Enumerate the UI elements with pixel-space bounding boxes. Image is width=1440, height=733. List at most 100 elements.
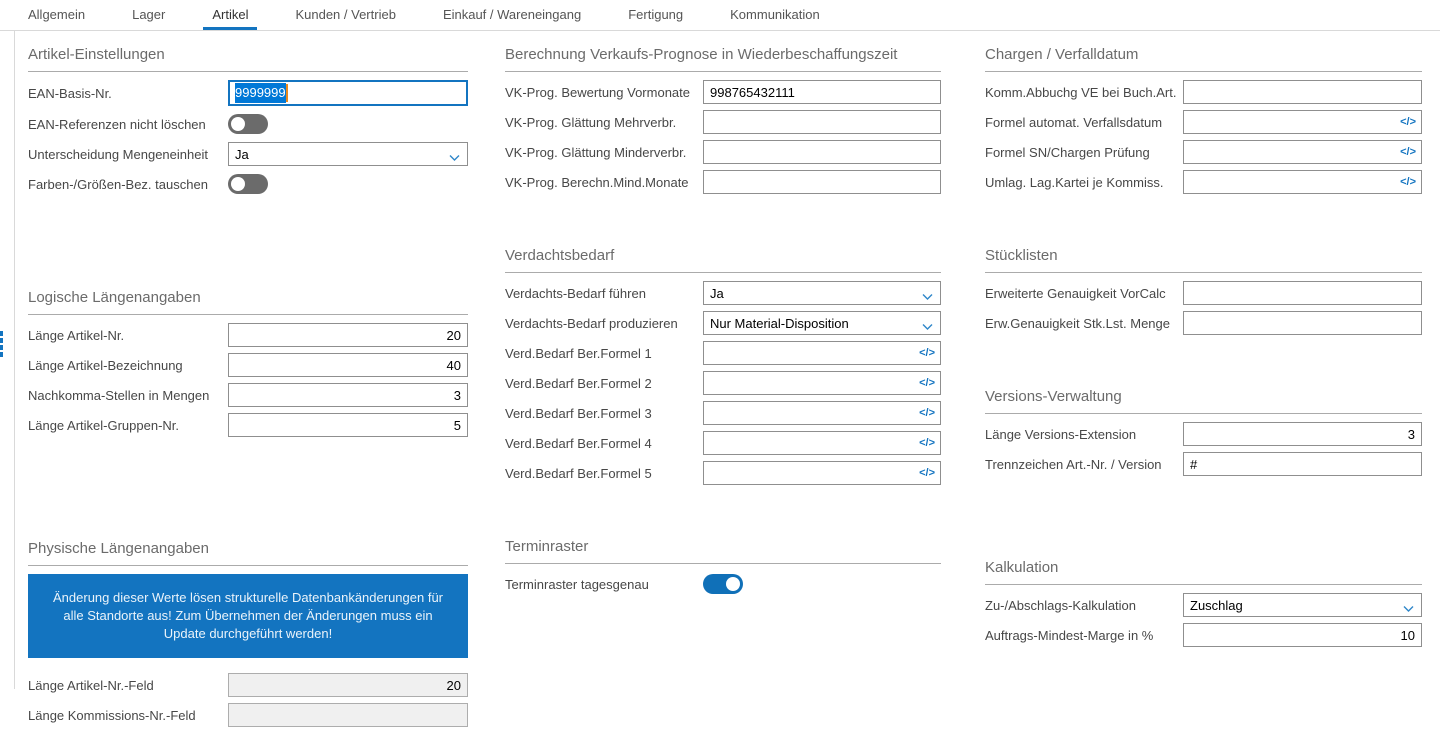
field-row: VK-Prog. Glättung Mehrverbr. [505,110,941,134]
terminraster-tagesgenau-toggle[interactable] [703,574,743,594]
field-row: Länge Kommissions-Nr.-Feld [28,703,468,727]
field-row: Erw.Genauigkeit Stk.Lst. Menge [985,311,1422,335]
scroll-indicator[interactable] [0,331,3,359]
text-caret [286,84,288,102]
column-1: Artikel-Einstellungen EAN-Basis-Nr. 9999… [28,30,468,733]
formula-code-icon[interactable]: </> [1400,140,1416,164]
field-row: Verd.Bedarf Ber.Formel 5 </> [505,461,941,485]
field-row: Trennzeichen Art.-Nr. / Version [985,452,1422,476]
verdachts-bedarf-produzieren-label: Verdachts-Bedarf produzieren [505,316,703,331]
formula-code-icon[interactable]: </> [919,431,935,455]
mengeneinheit-label: Unterscheidung Mengeneinheit [28,147,228,162]
nachkomma-stellen-input[interactable] [228,383,468,407]
field-row: Formel automat. Verfallsdatum </> [985,110,1422,134]
laenge-artikel-nr-feld-label: Länge Artikel-Nr.-Feld [28,678,228,693]
laenge-artikel-bez-input[interactable] [228,353,468,377]
zu-abschlags-kalkulation-label: Zu-/Abschlags-Kalkulation [985,598,1183,613]
verdachts-bedarf-produzieren-value: Nur Material-Disposition [710,316,849,331]
verd-bedarf-formel-4-label: Verd.Bedarf Ber.Formel 4 [505,436,703,451]
nachkomma-stellen-label: Nachkomma-Stellen in Mengen [28,388,228,403]
erw-genauigkeit-stklst-input[interactable] [1183,311,1422,335]
verdachts-bedarf-produzieren-select[interactable]: Nur Material-Disposition [703,311,941,335]
tab-einkauf-wareneingang[interactable]: Einkauf / Wareneingang [438,1,586,29]
laenge-gruppen-nr-input[interactable] [228,413,468,437]
field-row: Auftrags-Mindest-Marge in % [985,623,1422,647]
laenge-artikel-nr-feld-input [228,673,468,697]
tab-kunden-vertrieb[interactable]: Kunden / Vertrieb [290,1,400,29]
tab-artikel[interactable]: Artikel [207,1,253,29]
chevron-down-icon [922,319,933,334]
ean-referenzen-toggle[interactable] [228,114,268,134]
formula-code-icon[interactable]: </> [919,461,935,485]
komm-abbuchg-input[interactable] [1183,80,1422,104]
field-row: Verd.Bedarf Ber.Formel 1 </> [505,341,941,365]
verd-bedarf-formel-4-input[interactable] [703,431,941,455]
field-row: VK-Prog. Berechn.Mind.Monate [505,170,941,194]
field-row: Verd.Bedarf Ber.Formel 2 </> [505,371,941,395]
auftrags-mindest-marge-input[interactable] [1183,623,1422,647]
verd-bedarf-formel-3-label: Verd.Bedarf Ber.Formel 3 [505,406,703,421]
section-title-stuecklisten: Stücklisten [985,246,1422,273]
section-title-kalkulation: Kalkulation [985,558,1422,585]
formel-verfallsdatum-input[interactable] [1183,110,1422,134]
field-row: Verd.Bedarf Ber.Formel 3 </> [505,401,941,425]
verd-bedarf-formel-5-input[interactable] [703,461,941,485]
tab-allgemein[interactable]: Allgemein [23,1,90,29]
vk-prog-mehrverbr-input[interactable] [703,110,941,134]
tab-kommunikation[interactable]: Kommunikation [725,1,825,29]
farben-groessen-label: Farben-/Größen-Bez. tauschen [28,177,228,192]
formula-code-icon[interactable]: </> [919,371,935,395]
formel-sn-chargen-input[interactable] [1183,140,1422,164]
section-title-verkaufs-prognose: Berechnung Verkaufs-Prognose in Wiederbe… [505,45,941,72]
field-row: Länge Artikel-Nr. [28,323,468,347]
verdachts-bedarf-fuehren-select[interactable]: Ja [703,281,941,305]
field-row: Verd.Bedarf Ber.Formel 4 </> [505,431,941,455]
field-row: VK-Prog. Bewertung Vormonate [505,80,941,104]
zu-abschlags-kalkulation-select[interactable]: Zuschlag [1183,593,1422,617]
field-row: Länge Versions-Extension [985,422,1422,446]
field-row: Zu-/Abschlags-Kalkulation Zuschlag [985,593,1422,617]
field-row: Komm.Abbuchg VE bei Buch.Art. [985,80,1422,104]
vk-prog-vormonate-input[interactable] [703,80,941,104]
formula-code-icon[interactable]: </> [1400,170,1416,194]
verd-bedarf-formel-3-input[interactable] [703,401,941,425]
field-row: Terminraster tagesgenau [505,572,941,596]
verd-bedarf-formel-5-label: Verd.Bedarf Ber.Formel 5 [505,466,703,481]
column-2: Berechnung Verkaufs-Prognose in Wiederbe… [505,30,941,733]
formula-code-icon[interactable]: </> [1400,110,1416,134]
formula-code-icon[interactable]: </> [919,341,935,365]
ean-basis-selected-text: 9999999 [235,83,286,103]
trennzeichen-version-label: Trennzeichen Art.-Nr. / Version [985,457,1183,472]
formel-verfallsdatum-label: Formel automat. Verfallsdatum [985,115,1183,130]
settings-content: Artikel-Einstellungen EAN-Basis-Nr. 9999… [28,30,1422,733]
tab-lager[interactable]: Lager [127,1,170,29]
field-row: Verdachts-Bedarf produzieren Nur Materia… [505,311,941,335]
auftrags-mindest-marge-label: Auftrags-Mindest-Marge in % [985,628,1183,643]
verd-bedarf-formel-2-input[interactable] [703,371,941,395]
formula-code-icon[interactable]: </> [919,401,935,425]
panel-left-border [14,30,15,689]
tab-fertigung[interactable]: Fertigung [623,1,688,29]
laenge-artikel-nr-input[interactable] [228,323,468,347]
vk-prog-mind-monate-input[interactable] [703,170,941,194]
database-warning-box: Änderung dieser Werte lösen strukturelle… [28,574,468,658]
vk-prog-mehrverbr-label: VK-Prog. Glättung Mehrverbr. [505,115,703,130]
verd-bedarf-formel-1-label: Verd.Bedarf Ber.Formel 1 [505,346,703,361]
chevron-down-icon [1403,601,1414,616]
verd-bedarf-formel-1-input[interactable] [703,341,941,365]
farben-groessen-toggle[interactable] [228,174,268,194]
field-row: Nachkomma-Stellen in Mengen [28,383,468,407]
field-row: EAN-Basis-Nr. 9999999 [28,80,468,106]
mengeneinheit-select[interactable]: Ja [228,142,468,166]
ean-basis-input[interactable]: 9999999 [228,80,468,106]
laenge-versions-extension-label: Länge Versions-Extension [985,427,1183,442]
laenge-versions-extension-input[interactable] [1183,422,1422,446]
column-3: Chargen / Verfalldatum Komm.Abbuchg VE b… [985,30,1422,733]
umlag-lag-kartei-input[interactable] [1183,170,1422,194]
erweiterte-genauigkeit-vorcalc-input[interactable] [1183,281,1422,305]
ean-basis-label: EAN-Basis-Nr. [28,86,228,101]
vk-prog-minderverbr-input[interactable] [703,140,941,164]
trennzeichen-version-input[interactable] [1183,452,1422,476]
section-title-chargen-verfalldatum: Chargen / Verfalldatum [985,45,1422,72]
zu-abschlags-kalkulation-value: Zuschlag [1190,598,1243,613]
